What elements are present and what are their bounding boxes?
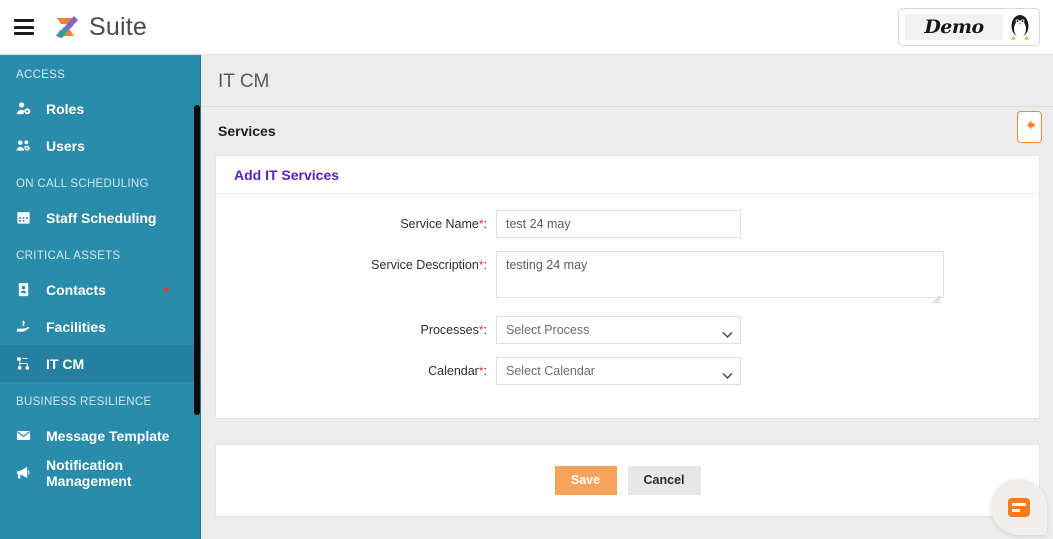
field-control (496, 251, 1039, 304)
textarea-wrapper (496, 251, 944, 304)
tenant-selector[interactable]: Demo (898, 8, 1040, 46)
field-control: Select Process (496, 316, 1039, 344)
main-content: IT CM Services Add IT Services Service N… (201, 55, 1053, 539)
sidebar-item-label: Facilities (46, 318, 106, 335)
section-header: Services (201, 107, 1053, 155)
envelope-icon (16, 427, 38, 445)
sidebar-item-label: Notification Management (46, 456, 132, 489)
sidebar: ACCESS Roles Users ON CALL SCHEDULING Staff … (0, 55, 201, 539)
form-row: Calendar*: Select Calendar (216, 357, 1039, 385)
sidebar-group-heading: ACCESS (16, 69, 66, 81)
sitemap-icon (16, 355, 38, 373)
field-label: Calendar*: (428, 364, 487, 378)
action-bar: Save Cancel (215, 444, 1040, 517)
chat-widget-button[interactable] (991, 479, 1047, 535)
sidebar-scrollbar[interactable] (194, 105, 200, 415)
sidebar-item-roles[interactable]: Roles (0, 90, 201, 127)
field-control: Select Calendar (496, 357, 1039, 385)
field-control (496, 210, 1039, 238)
app-root: Suite Demo ACCESS Roles Users ON CALL SC… (0, 0, 1053, 539)
sidebar-item-label: Message Template (46, 427, 170, 444)
user-cog-icon (16, 100, 38, 118)
brand[interactable]: Suite (52, 12, 147, 42)
sidebar-item-facilities[interactable]: Facilities (0, 308, 201, 345)
brand-name: Suite (89, 12, 147, 41)
penguin-avatar-icon[interactable] (1007, 12, 1033, 42)
select-wrapper: Select Process (496, 316, 741, 344)
z-logo-icon (52, 12, 82, 42)
tenant-label: Demo (905, 14, 1003, 40)
contact-card-icon (16, 281, 38, 299)
sidebar-nav: ACCESS Roles Users ON CALL SCHEDULING Staff … (0, 55, 201, 491)
form-row: Service Description*: (216, 251, 1039, 304)
form-card: Add IT Services Service Name*: Service De… (215, 155, 1040, 419)
sidebar-item-notification-management[interactable]: Notification Management (0, 454, 201, 491)
sidebar-item-label: Users (46, 137, 85, 154)
field-label: Service Name*: (400, 217, 487, 231)
users-cog-icon (16, 137, 38, 155)
bullhorn-icon (16, 464, 38, 482)
sidebar-item-users[interactable]: Users (0, 127, 201, 164)
sidebar-group-heading: CRITICAL ASSETS (16, 250, 121, 262)
hand-holding-icon (16, 318, 38, 336)
top-bar: Suite Demo (0, 0, 1053, 55)
sidebar-item-label: IT CM (46, 355, 85, 372)
cancel-button[interactable]: Cancel (627, 466, 701, 495)
chat-bubble-icon (1008, 497, 1030, 517)
sidebar-item-contacts[interactable]: Contacts (0, 271, 201, 308)
sidebar-item-staff-scheduling[interactable]: Staff Scheduling (0, 199, 201, 236)
sidebar-item-it-cm[interactable]: IT CM (0, 345, 201, 382)
processes-select[interactable]: Select Process (496, 316, 741, 344)
service-name-input[interactable] (496, 210, 741, 238)
back-button[interactable] (1017, 111, 1042, 143)
sidebar-group-heading: BUSINESS RESILIENCE (16, 396, 152, 408)
sidebar-item-message-template[interactable]: Message Template (0, 417, 201, 454)
select-wrapper: Select Calendar (496, 357, 741, 385)
hamburger-icon[interactable] (14, 19, 34, 35)
field-label: Service Description*: (371, 258, 487, 272)
service-description-textarea[interactable] (496, 251, 944, 298)
notification-dot (164, 287, 169, 292)
calendar-select[interactable]: Select Calendar (496, 357, 741, 385)
section-title: Services (218, 123, 276, 139)
form-row: Processes*: Select Process (216, 316, 1039, 344)
sidebar-item-label: Contacts (46, 281, 106, 298)
form-card-title: Add IT Services (216, 156, 1039, 194)
calendar-icon (16, 209, 38, 227)
page-title: IT CM (201, 55, 1053, 107)
sidebar-item-label: Roles (46, 100, 85, 117)
sidebar-item-label: Staff Scheduling (46, 209, 157, 226)
field-label: Processes*: (420, 323, 487, 337)
form-body: Service Name*: Service Description*: Proce… (216, 194, 1039, 418)
save-button[interactable]: Save (554, 466, 617, 495)
form-row: Service Name*: (216, 210, 1039, 238)
sidebar-group-heading: ON CALL SCHEDULING (16, 178, 149, 190)
arrow-left-icon (1023, 118, 1037, 137)
